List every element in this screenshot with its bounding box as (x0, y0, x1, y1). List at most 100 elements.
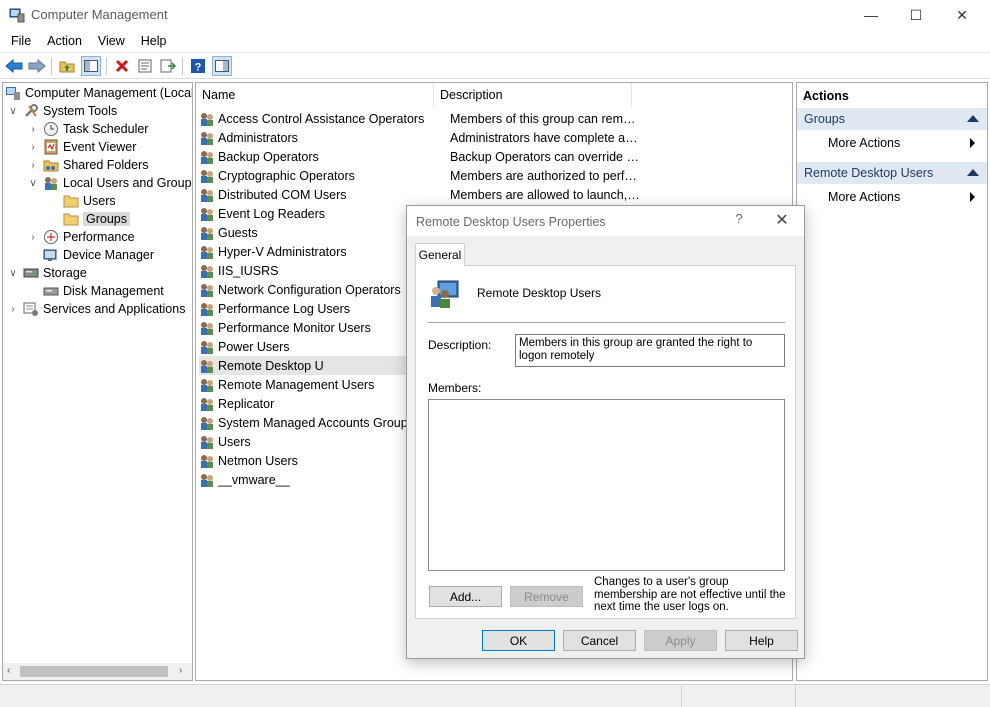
menu-help[interactable]: Help (133, 34, 175, 48)
scroll-right-icon[interactable]: › (179, 665, 182, 676)
group-name: Cryptographic Operators (218, 168, 355, 183)
delete-icon[interactable] (112, 56, 132, 76)
forward-icon[interactable] (27, 56, 47, 76)
description-field[interactable]: Members in this group are granted the ri… (515, 334, 785, 367)
group-icon (199, 415, 215, 431)
add-button[interactable]: Add... (429, 586, 502, 607)
group-icon (199, 320, 215, 336)
actions-pane: Actions Groups More Actions Remote Deskt… (796, 82, 988, 681)
group-name: Distributed COM Users (218, 187, 347, 202)
console-tree[interactable]: Computer Management (Local ∨ System Tool… (2, 82, 193, 681)
tree-node-groups[interactable]: Groups (63, 210, 130, 228)
help-button[interactable]: Help (725, 630, 798, 651)
group-icon (199, 168, 215, 184)
menu-file[interactable]: File (3, 34, 39, 48)
expand-chevron-icon[interactable]: › (27, 124, 39, 135)
folder-icon (63, 193, 79, 209)
tree-node-shared-folders[interactable]: › Shared Folders (27, 156, 148, 174)
submenu-arrow-icon (970, 138, 975, 148)
expand-chevron-icon[interactable]: › (7, 304, 19, 315)
expand-chevron-icon[interactable]: › (27, 142, 39, 153)
toolbar: ? (0, 52, 990, 79)
ok-button[interactable]: OK (482, 630, 555, 651)
group-icon (431, 280, 459, 308)
expand-chevron-icon[interactable]: › (27, 160, 39, 171)
collapse-chevron-icon[interactable]: ∨ (7, 106, 19, 117)
clock-icon (43, 121, 59, 137)
list-item[interactable]: Cryptographic Operators Members are autho… (199, 166, 789, 185)
users-icon (43, 175, 59, 191)
tree-node-services-and-applications[interactable]: › Services and Applications (7, 300, 185, 318)
actions-group-remote-desktop-users[interactable]: Remote Desktop Users (797, 162, 987, 184)
tree-node-system-tools[interactable]: ∨ System Tools (7, 102, 117, 120)
actions-header: Actions (803, 88, 849, 103)
computer-management-icon (9, 8, 25, 23)
submenu-arrow-icon (970, 192, 975, 202)
tab-general[interactable]: General (415, 243, 465, 266)
actions-group-groups[interactable]: Groups (797, 108, 987, 130)
properties-dialog: Remote Desktop Users Properties ? ✕ Gene… (406, 205, 805, 659)
group-name: Remote Desktop Users (218, 358, 323, 373)
tree-node-disk-management[interactable]: Disk Management (43, 282, 164, 300)
remove-button[interactable]: Remove (510, 586, 583, 607)
scrollbar-thumb[interactable] (20, 666, 168, 677)
column-header-name[interactable]: Name (196, 83, 434, 107)
collapse-triangle-icon[interactable] (967, 115, 979, 122)
group-icon (199, 187, 215, 203)
collapse-triangle-icon[interactable] (967, 169, 979, 176)
tree-node-storage[interactable]: ∨ Storage (7, 264, 86, 282)
tree-node-task-scheduler[interactable]: › Task Scheduler (27, 120, 148, 138)
group-icon (199, 301, 215, 317)
members-list[interactable] (428, 399, 785, 571)
more-actions-groups[interactable]: More Actions (797, 132, 987, 154)
back-icon[interactable] (4, 56, 24, 76)
collapse-chevron-icon[interactable]: ∨ (27, 178, 39, 189)
menu-action[interactable]: Action (39, 34, 90, 48)
more-actions-remote-desktop-users[interactable]: More Actions (797, 186, 987, 208)
show-action-pane-icon[interactable] (212, 56, 232, 76)
shared-folder-icon (43, 157, 59, 173)
group-description: Members are authorized to perfor... (450, 168, 640, 183)
up-folder-icon[interactable] (57, 56, 77, 76)
group-name: Remote Desktop Users (477, 286, 602, 300)
list-item[interactable]: Administrators Administrators have comple… (199, 128, 789, 147)
show-hide-tree-icon[interactable] (81, 56, 101, 76)
tree-node-device-manager[interactable]: Device Manager (43, 246, 154, 264)
list-item[interactable]: Access Control Assistance Operators Membe… (199, 109, 789, 128)
tree-node-local-users-and-groups[interactable]: ∨ Local Users and Groups (27, 174, 192, 192)
maximize-button[interactable]: ☐ (893, 0, 939, 30)
minimize-button[interactable]: — (848, 0, 894, 30)
list-item[interactable]: Remote Desktop Users (199, 356, 409, 375)
description-label: Description: (428, 338, 492, 352)
expand-chevron-icon[interactable]: › (27, 232, 39, 243)
scroll-left-icon[interactable]: ‹ (7, 665, 10, 676)
device-manager-icon (43, 247, 59, 263)
tree-node-event-viewer[interactable]: › Event Viewer (27, 138, 136, 156)
tree-node-performance[interactable]: › Performance (27, 228, 135, 246)
column-header-description[interactable]: Description (434, 83, 632, 107)
group-icon (199, 339, 215, 355)
help-icon[interactable]: ? (188, 56, 208, 76)
list-item[interactable]: Backup Operators Backup Operators can ove… (199, 147, 789, 166)
dialog-title-bar: Remote Desktop Users Properties ? ✕ (407, 206, 804, 236)
apply-button[interactable]: Apply (644, 630, 717, 651)
export-list-icon[interactable] (158, 56, 178, 76)
tree-horizontal-scrollbar[interactable]: ‹ › (3, 663, 192, 680)
close-button[interactable]: ✕ (939, 0, 985, 30)
cancel-button[interactable]: Cancel (563, 630, 636, 651)
collapse-chevron-icon[interactable]: ∨ (7, 268, 19, 279)
dialog-help-icon[interactable]: ? (729, 211, 749, 231)
group-icon (199, 244, 215, 260)
menu-view[interactable]: View (90, 34, 133, 48)
group-description: Backup Operators can override se... (450, 149, 640, 164)
folder-icon (63, 211, 79, 227)
properties-icon[interactable] (135, 56, 155, 76)
group-name: Access Control Assistance Operators (218, 111, 425, 126)
group-icon (199, 377, 215, 393)
tree-node-users[interactable]: Users (63, 192, 116, 210)
tree-node-computer-management[interactable]: Computer Management (Local (5, 84, 192, 102)
members-label: Members: (428, 381, 482, 395)
svg-text:?: ? (195, 62, 202, 74)
dialog-close-button[interactable]: ✕ (770, 210, 794, 232)
list-item[interactable]: Distributed COM Users Members are allowed… (199, 185, 789, 204)
